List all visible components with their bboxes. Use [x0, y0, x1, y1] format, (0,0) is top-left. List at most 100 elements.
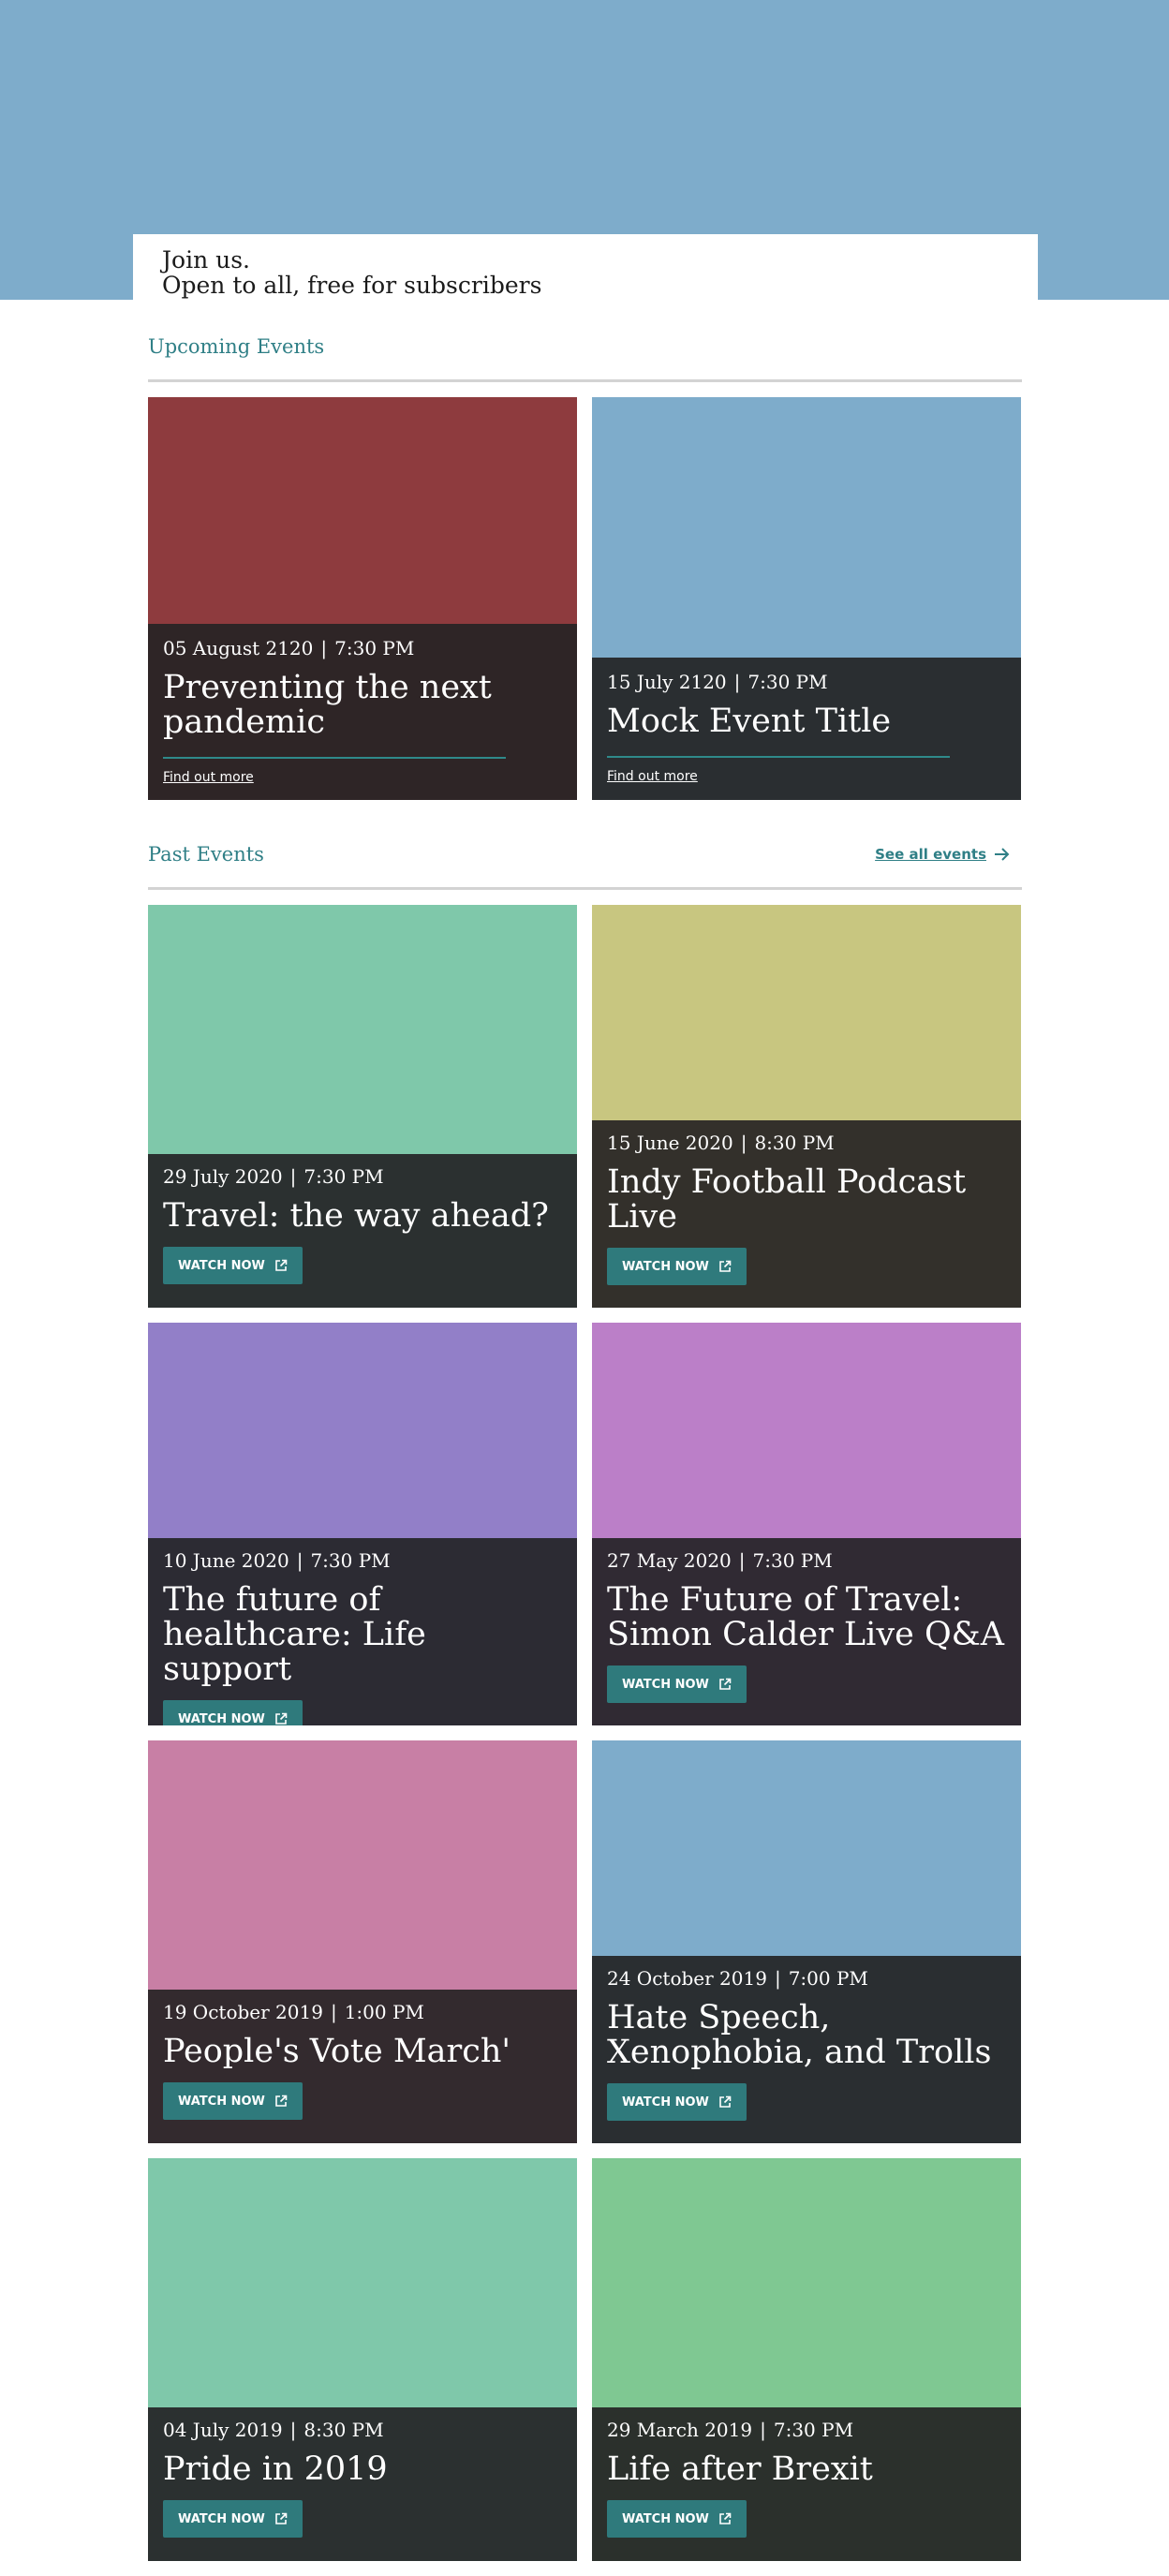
date-time-separator: | [733, 671, 741, 693]
past-event-card[interactable]: 27 May 2020 | 7:30 PM The Future of Travel… [592, 1323, 1021, 1725]
event-datetime: 24 October 2019 | 7:00 PM [607, 1967, 1006, 1990]
event-datetime: 19 October 2019 | 1:00 PM [163, 2001, 562, 2023]
watch-now-label: WATCH NOW [178, 1258, 265, 1273]
event-title: Indy Football Podcast Live [607, 1163, 967, 1236]
watch-now-button[interactable]: WATCH NOW [607, 2083, 747, 2121]
date-time-separator: | [738, 1549, 746, 1572]
event-info-panel: 29 July 2020 | 7:30 PM Travel: the way ahe… [148, 1154, 577, 1308]
event-title: People's Vote March' [163, 2033, 511, 2070]
event-title: Mock Event Title [607, 703, 892, 740]
event-date: 15 June 2020 [607, 1132, 733, 1154]
event-title: Hate Speech, Xenophobia, and Trolls [607, 1999, 992, 2071]
past-event-card[interactable]: 29 March 2019 | 7:30 PM Life after Brexit … [592, 2158, 1021, 2561]
past-event-card[interactable]: 19 October 2019 | 1:00 PM People's Vote Ma… [148, 1740, 577, 2143]
event-datetime: 29 March 2019 | 7:30 PM [607, 2419, 1006, 2441]
event-image [592, 1740, 1021, 1958]
external-link-icon [719, 1260, 732, 1272]
past-event-card[interactable]: 29 July 2020 | 7:30 PM Travel: the way ahe… [148, 905, 577, 1308]
date-time-separator: | [289, 2419, 297, 2441]
event-time: 1:00 PM [344, 2001, 424, 2023]
watch-now-label: WATCH NOW [178, 1711, 265, 1726]
event-datetime: 04 July 2019 | 8:30 PM [163, 2419, 562, 2441]
arrow-right-icon [995, 848, 1010, 861]
event-title: The Future of Travel: Simon Calder Live … [607, 1581, 1005, 1653]
past-event-card[interactable]: 24 October 2019 | 7:00 PM Hate Speech, Xen… [592, 1740, 1021, 2143]
event-info-panel: 04 July 2019 | 8:30 PM Pride in 2019 WATCH… [148, 2407, 577, 2561]
event-datetime: 27 May 2020 | 7:30 PM [607, 1549, 1006, 1572]
event-info-panel: 19 October 2019 | 1:00 PM People's Vote Ma… [148, 1990, 577, 2143]
join-heading: Join us. [162, 246, 250, 274]
watch-now-label: WATCH NOW [622, 1677, 709, 1692]
event-image [592, 905, 1021, 1122]
event-time: 7:30 PM [334, 637, 415, 659]
event-date: 27 May 2020 [607, 1549, 732, 1572]
past-event-card[interactable]: 10 June 2020 | 7:30 PM The future of healt… [148, 1323, 577, 1725]
event-image [148, 1323, 577, 1540]
event-title: Life after Brexit [607, 2450, 873, 2488]
external-link-icon [275, 2095, 288, 2107]
watch-now-button[interactable]: WATCH NOW [163, 1247, 303, 1284]
event-time: 7:30 PM [303, 1165, 384, 1188]
event-title: The future of healthcare: Life support [163, 1581, 426, 1688]
event-time: 8:30 PM [754, 1132, 835, 1154]
event-time: 7:30 PM [752, 1549, 833, 1572]
event-image [148, 905, 577, 1156]
event-time: 7:30 PM [747, 671, 828, 693]
external-link-icon [719, 2512, 732, 2524]
watch-now-button[interactable]: WATCH NOW [163, 2082, 303, 2120]
upcoming-events-title: Upcoming Events [148, 335, 325, 358]
upcoming-events-divider [148, 379, 1022, 382]
date-time-separator: | [760, 2419, 766, 2441]
date-time-separator: | [289, 1165, 297, 1188]
event-datetime: 15 July 2120 | 7:30 PM [607, 671, 1006, 693]
watch-now-label: WATCH NOW [622, 2095, 709, 2110]
date-time-separator: | [774, 1967, 781, 1990]
upcoming-events-header: Upcoming Events [148, 333, 1022, 389]
event-date: 24 October 2019 [607, 1967, 767, 1990]
upcoming-event-card[interactable]: 05 August 2120 | 7:30 PM Preventing the ne… [148, 397, 577, 800]
watch-now-button[interactable]: WATCH NOW [163, 2500, 303, 2538]
see-all-events-link[interactable]: See all events [875, 846, 1011, 863]
find-out-more-link[interactable]: Find out more [607, 769, 698, 784]
watch-now-button[interactable]: WATCH NOW [607, 2500, 747, 2538]
event-info-panel: 29 March 2019 | 7:30 PM Life after Brexit … [592, 2407, 1021, 2561]
watch-now-button[interactable]: WATCH NOW [607, 1666, 747, 1703]
event-datetime: 15 June 2020 | 8:30 PM [607, 1132, 1006, 1154]
event-title-rule [607, 756, 950, 758]
event-image [148, 397, 577, 626]
event-image [592, 2158, 1021, 2409]
event-image [592, 1323, 1021, 1540]
past-event-card[interactable]: 04 July 2019 | 8:30 PM Pride in 2019 WATCH… [148, 2158, 577, 2561]
event-title: Preventing the next pandemic [163, 669, 492, 741]
event-datetime: 10 June 2020 | 7:30 PM [163, 1549, 562, 1572]
event-title: Pride in 2019 [163, 2450, 388, 2488]
past-event-card[interactable]: 15 June 2020 | 8:30 PM Indy Football Podca… [592, 905, 1021, 1308]
date-time-separator: | [296, 1549, 303, 1572]
past-events-divider [148, 887, 1022, 890]
event-info-panel: 05 August 2120 | 7:30 PM Preventing the ne… [148, 624, 577, 800]
upcoming-event-card[interactable]: 15 July 2120 | 7:30 PM Mock Event Title Fi… [592, 397, 1021, 800]
event-time: 7:30 PM [310, 1549, 391, 1572]
past-events-header: Past Events See all events [148, 840, 1022, 896]
watch-now-button[interactable]: WATCH NOW [607, 1248, 747, 1285]
event-image [148, 2158, 577, 2409]
event-date: 19 October 2019 [163, 2001, 323, 2023]
external-link-icon [275, 1712, 288, 1725]
event-date: 15 July 2120 [607, 671, 727, 693]
join-box: Join us. Open to all, free for subscribe… [133, 234, 1038, 300]
event-date: 29 March 2019 [607, 2419, 753, 2441]
date-time-separator: | [740, 1132, 747, 1154]
event-title-rule [163, 757, 506, 759]
external-link-icon [275, 2512, 288, 2524]
find-out-more-link[interactable]: Find out more [163, 770, 254, 785]
external-link-icon [719, 1678, 732, 1690]
event-time: 7:30 PM [773, 2419, 854, 2441]
event-image [148, 1740, 577, 1991]
event-datetime: 29 July 2020 | 7:30 PM [163, 1165, 562, 1188]
watch-now-label: WATCH NOW [178, 2511, 265, 2526]
watch-now-button[interactable]: WATCH NOW [163, 1700, 303, 1725]
event-info-panel: 10 June 2020 | 7:30 PM The future of healt… [148, 1538, 577, 1725]
date-time-separator: | [320, 637, 328, 659]
event-info-panel: 27 May 2020 | 7:30 PM The Future of Travel… [592, 1538, 1021, 1725]
event-datetime: 05 August 2120 | 7:30 PM [163, 637, 562, 659]
